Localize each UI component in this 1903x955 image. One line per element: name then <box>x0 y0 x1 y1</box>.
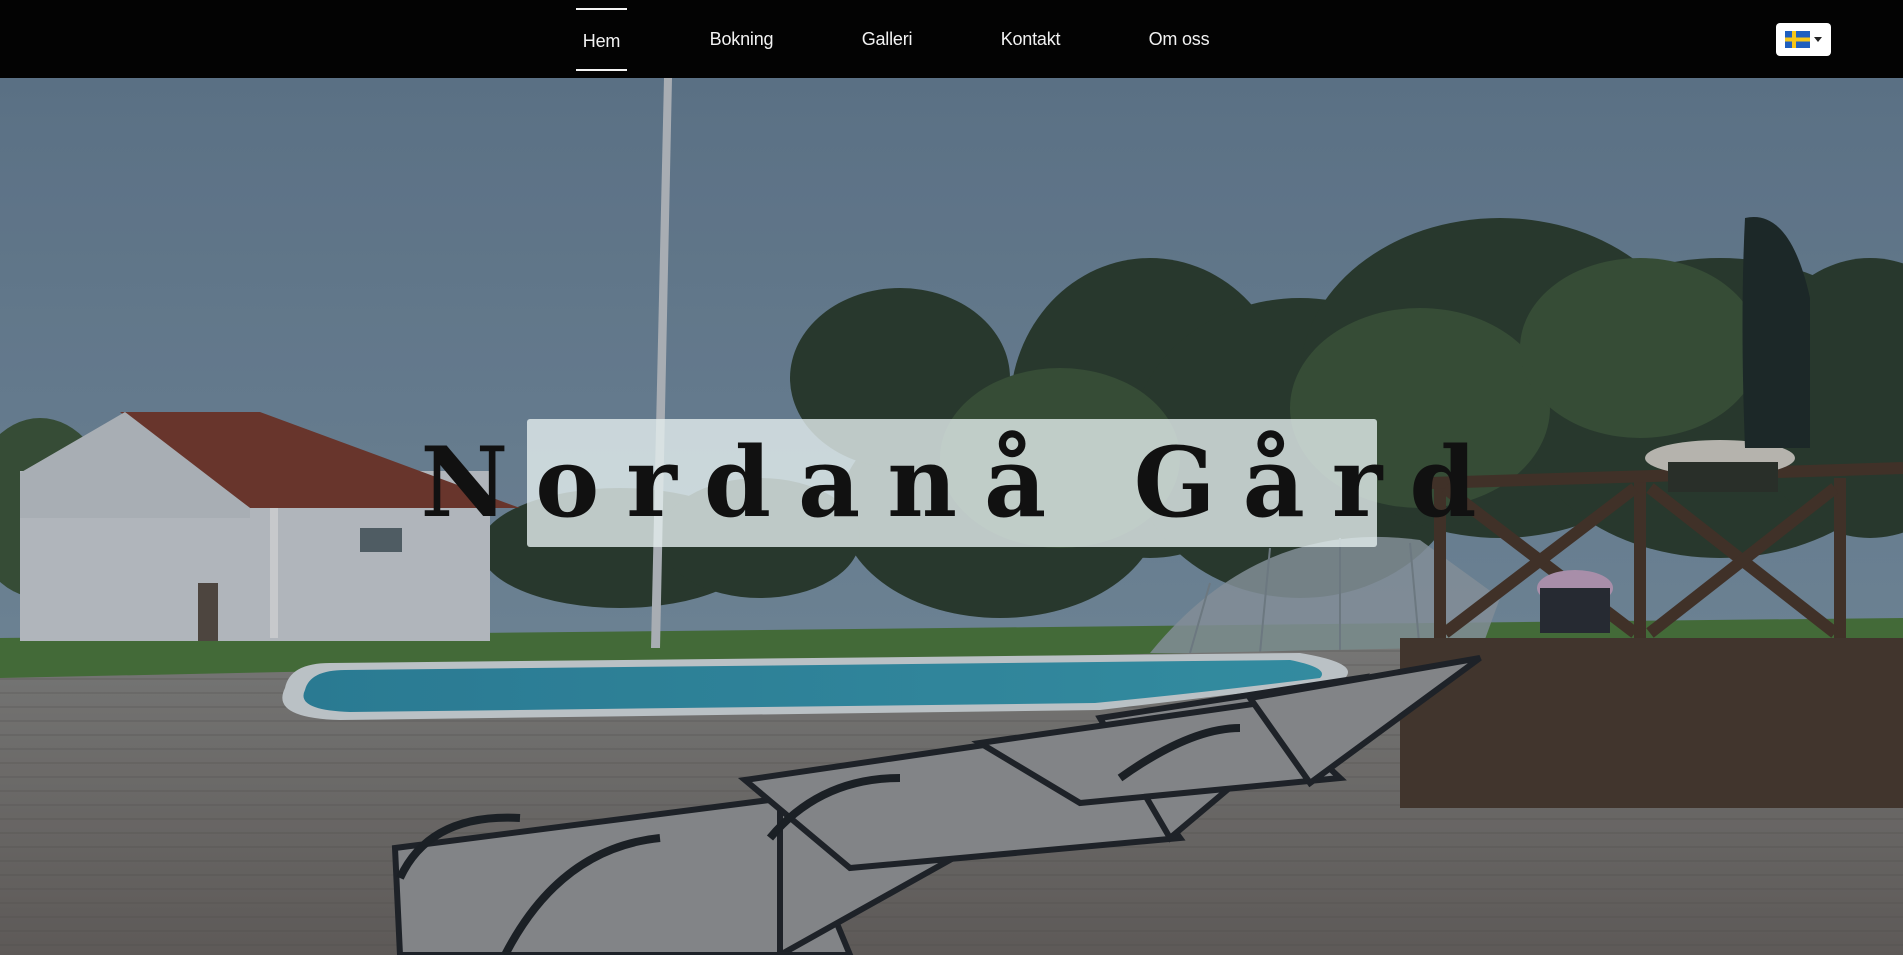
hero-title-box: Nordanå Gård <box>421 419 1477 547</box>
site-title: Nordanå Gård <box>420 426 1504 539</box>
top-navbar: Hem Bokning Galleri Kontakt Om oss <box>0 0 1903 78</box>
language-selector-button[interactable] <box>1776 23 1831 56</box>
nav-item-kontakt[interactable]: Kontakt <box>1001 0 1061 78</box>
nav-item-om-oss[interactable]: Om oss <box>1148 0 1210 78</box>
chevron-down-icon <box>1814 37 1822 42</box>
nav-item-bokning[interactable]: Bokning <box>705 0 778 78</box>
nav-item-hem[interactable]: Hem <box>576 0 627 78</box>
sweden-flag-icon <box>1785 31 1810 48</box>
hero-section: Nordanå Gård <box>0 78 1903 955</box>
nav-item-galleri[interactable]: Galleri <box>858 0 916 78</box>
